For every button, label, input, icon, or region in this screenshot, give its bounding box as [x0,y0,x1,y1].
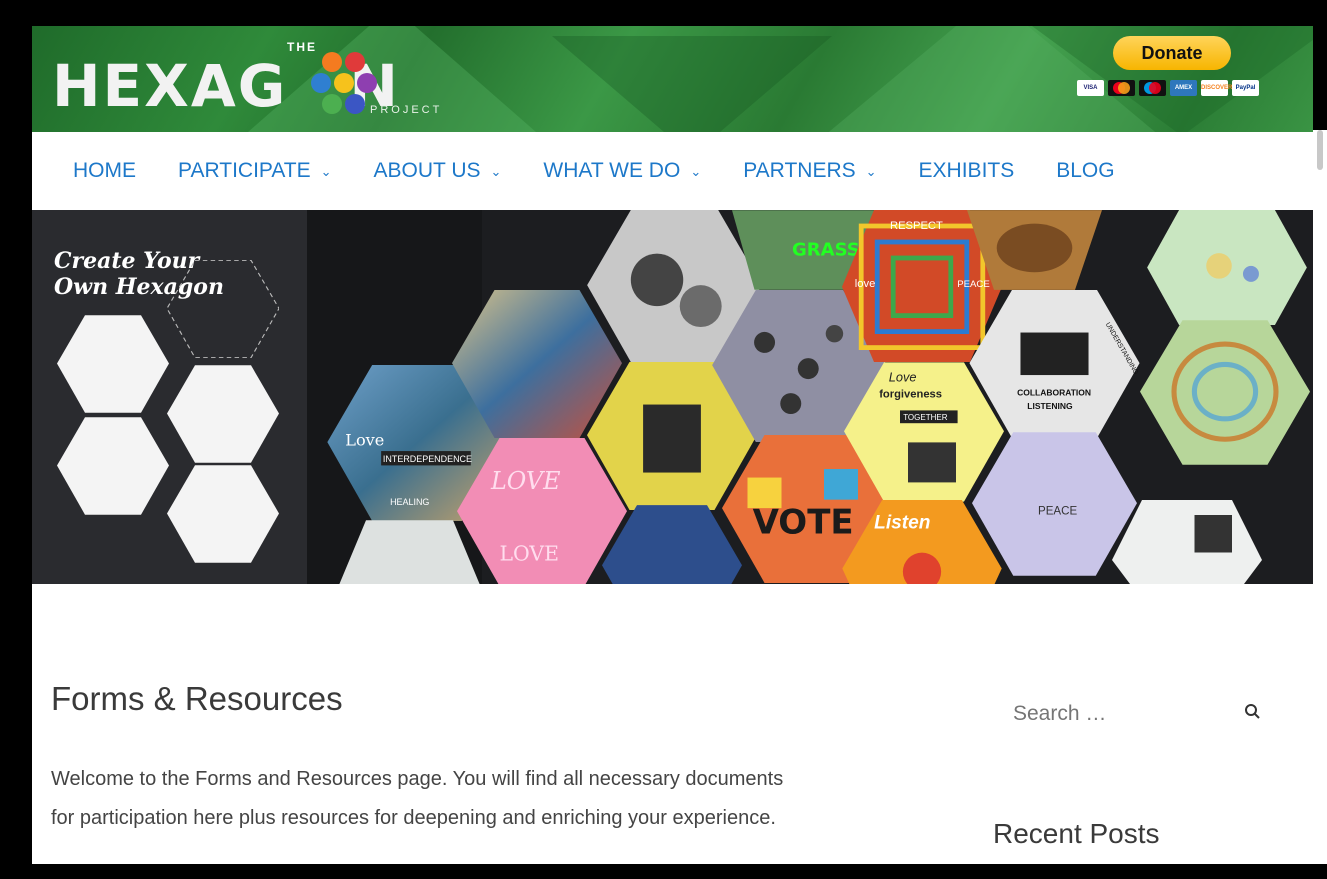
nav-item-label: BLOG [1056,159,1115,182]
svg-text:LISTENING: LISTENING [1027,401,1073,411]
window-frame-right [1313,0,1327,130]
discover-card-icon: DISCOVER [1201,80,1232,96]
svg-text:TOGETHER: TOGETHER [903,413,948,422]
payment-cards: VISA AMEX DISCOVER PayPal [1077,80,1267,98]
page-intro-text: Welcome to the Forms and Resources page.… [51,768,784,829]
nav-item-label: WHAT WE DO [543,159,681,182]
artwork-hexagon [337,520,482,584]
artwork-hexagon: COLLABORATION LISTENING UNDERSTANDING [967,290,1142,438]
nav-item-label: ABOUT US [373,159,481,182]
svg-text:HEALING: HEALING [390,497,429,507]
svg-text:COLLABORATION: COLLABORATION [1017,387,1091,397]
logo-project-text: PROJECT [370,104,443,116]
page-title: Forms & Resources [51,680,343,717]
svg-text:forgiveness: forgiveness [879,389,942,401]
paypal-card-icon: PayPal [1232,80,1259,96]
mastercard-icon [1108,80,1135,96]
nav-item-what-we-do[interactable]: WHAT WE DO ⌄ [543,159,701,183]
svg-text:Listen: Listen [874,513,930,534]
site-header: THE HEXAGN PROJECT Donate VISA AMEX DISC… [32,26,1313,132]
instruction-hexagon [167,365,279,463]
svg-text:PEACE: PEACE [1038,506,1077,518]
artwork-hexagon [967,210,1102,290]
window-frame-left [0,0,32,879]
svg-text:VOTE: VOTE [753,503,854,543]
amex-card-icon: AMEX [1170,80,1197,96]
svg-text:Love: Love [345,431,384,450]
nav-item-label: HOME [73,159,136,182]
nav-item-about-us[interactable]: ABOUT US ⌄ [374,159,502,183]
nav-item-label: PARTNERS [743,159,856,182]
window-frame-top [0,0,1327,26]
nav-item-exhibits[interactable]: EXHIBITS [919,159,1015,183]
visa-card-icon: VISA [1077,80,1104,96]
recent-posts-heading: Recent Posts [993,818,1160,849]
artwork-hexagon [602,505,742,584]
svg-text:love: love [855,278,876,290]
svg-text:RESPECT: RESPECT [890,220,943,232]
chevron-down-icon: ⌄ [865,164,877,179]
nav-item-participate[interactable]: PARTICIPATE ⌄ [178,159,332,183]
instruction-hexagon [57,417,169,515]
search-icon[interactable] [1243,702,1263,722]
instruction-hexagon [57,315,169,413]
svg-text:LOVE: LOVE [500,541,560,565]
search-widget [993,690,1273,738]
donate-widget: Donate VISA AMEX DISCOVER PayPal [1077,36,1267,106]
chevron-down-icon: ⌄ [320,164,332,179]
artwork-hexagon: Listen [842,500,1002,584]
instruction-hexagon [167,465,279,563]
instruction-hexagon-outline [167,260,279,358]
search-input[interactable] [993,690,1245,738]
nav-item-blog[interactable]: BLOG [1056,159,1114,183]
chevron-down-icon: ⌄ [690,164,702,179]
donate-button[interactable]: Donate [1113,36,1231,70]
artwork-hexagon [1140,320,1310,465]
chevron-down-icon: ⌄ [490,164,502,179]
nav-item-label: PARTICIPATE [178,159,311,182]
artwork-hexagon [1147,210,1307,325]
main-navigation: HOME PARTICIPATE ⌄ ABOUT US ⌄ WHAT WE DO ⌄ … [32,132,1313,210]
svg-text:Love: Love [889,370,917,385]
site-logo[interactable]: THE HEXAGN PROJECT [52,34,472,129]
nav-item-partners[interactable]: PARTNERS ⌄ [743,159,876,183]
maestro-card-icon [1139,80,1166,96]
svg-text:LOVE: LOVE [490,467,560,495]
nav-item-home[interactable]: HOME [73,159,136,183]
window-frame-bottom [0,864,1327,879]
artwork-hexagon [1112,500,1262,584]
scrollbar-thumb[interactable] [1317,130,1323,170]
hero-banner-image: Create Your Own Hexagon Love INTERDEPENDE… [32,210,1313,584]
nav-item-label: EXHIBITS [918,159,1015,182]
